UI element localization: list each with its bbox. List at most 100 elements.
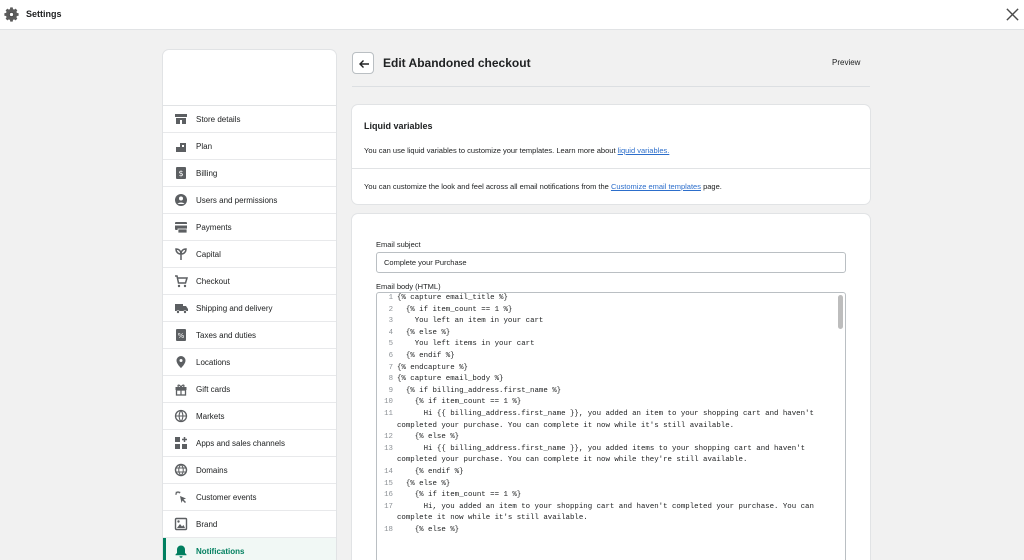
sidebar-item-label: Plan bbox=[196, 141, 213, 151]
editor-scrollbar[interactable] bbox=[838, 295, 843, 329]
back-button[interactable] bbox=[352, 52, 374, 74]
gear-icon bbox=[4, 7, 19, 22]
preview-button[interactable]: Preview bbox=[832, 58, 860, 67]
sidebar-item-label: Customer events bbox=[196, 492, 257, 502]
sidebar-item-checkout[interactable]: Checkout bbox=[163, 268, 336, 295]
card-title: Liquid variables bbox=[364, 121, 433, 131]
brand-icon bbox=[174, 517, 188, 531]
sidebar-item-label: Locations bbox=[196, 357, 231, 367]
sidebar-item-notifications[interactable]: Notifications bbox=[163, 538, 336, 560]
billing-icon: $ bbox=[176, 167, 186, 179]
location-icon bbox=[176, 356, 186, 368]
line-number: 5 bbox=[388, 340, 393, 349]
sidebar-item-locations[interactable]: Locations bbox=[163, 349, 336, 376]
cart-icon bbox=[175, 275, 188, 288]
sidebar-item-brand[interactable]: Brand bbox=[163, 511, 336, 538]
code-line: 11 Hi {{ billing_address.first_name }}, … bbox=[377, 409, 845, 432]
sidebar-item-payments[interactable]: Payments bbox=[163, 214, 336, 241]
line-code: {% if billing_address.first_name %} bbox=[397, 386, 562, 395]
line-number: 13 bbox=[384, 444, 393, 453]
domains-icon bbox=[174, 463, 188, 477]
card-divider bbox=[352, 168, 870, 169]
email-subject-label: Email subject bbox=[376, 240, 421, 249]
sidebar-item-label: Markets bbox=[196, 411, 225, 421]
code-line: 15 {% else %} bbox=[377, 479, 845, 491]
settings-sidebar: Store details Plan $ Billing Users and p… bbox=[163, 50, 336, 560]
sidebar-item-label: Payments bbox=[196, 222, 232, 232]
customize-info-prefix: You can customize the look and feel acro… bbox=[364, 182, 611, 191]
line-number: 11 bbox=[384, 409, 393, 418]
line-number: 14 bbox=[384, 467, 393, 476]
email-body-label: Email body (HTML) bbox=[376, 282, 441, 291]
customize-email-templates-link[interactable]: Customize email templates bbox=[611, 182, 701, 191]
liquid-variables-link[interactable]: liquid variables. bbox=[618, 146, 670, 155]
sidebar-item-markets[interactable]: Markets bbox=[163, 403, 336, 430]
settings-title: Settings bbox=[26, 9, 62, 19]
sidebar-item-billing[interactable]: $ Billing bbox=[163, 160, 336, 187]
sidebar-item-store-details[interactable]: Store details bbox=[163, 106, 336, 133]
store-icon bbox=[175, 114, 187, 124]
capital-icon bbox=[175, 248, 187, 260]
sidebar-item-taxes[interactable]: % Taxes and duties bbox=[163, 322, 336, 349]
gift-icon bbox=[175, 384, 187, 396]
line-code: {% else %} bbox=[397, 433, 460, 442]
sidebar-item-label: Brand bbox=[196, 519, 218, 529]
line-code: Hi {{ billing_address.first_name }}, you… bbox=[397, 444, 810, 465]
line-number: 1 bbox=[388, 294, 393, 302]
line-code: Hi {{ billing_address.first_name }}, you… bbox=[397, 409, 819, 430]
line-code: {% endcapture %} bbox=[397, 363, 468, 372]
line-code: {% else %} bbox=[397, 328, 451, 337]
line-code: {% if item_count == 1 %} bbox=[397, 398, 522, 407]
sidebar-item-gift-cards[interactable]: Gift cards bbox=[163, 376, 336, 403]
line-number: 15 bbox=[384, 479, 393, 488]
liquid-variables-card: Liquid variables You can use liquid vari… bbox=[352, 105, 870, 204]
code-line: 2 {% if item_count == 1 %} bbox=[377, 305, 845, 317]
sidebar-item-label: Apps and sales channels bbox=[196, 438, 285, 448]
code-line: 18 {% else %} bbox=[377, 525, 845, 537]
sidebar-item-label: Checkout bbox=[196, 276, 230, 286]
code-line: 6 {% endif %} bbox=[377, 351, 845, 363]
email-body-editor[interactable]: 1 {% capture email_title %} 2 {% if item_c… bbox=[376, 292, 846, 560]
sidebar-item-label: Notifications bbox=[196, 546, 245, 556]
bell-icon bbox=[175, 545, 187, 558]
code-line: 8 {% capture email_body %} bbox=[377, 374, 845, 386]
line-number: 9 bbox=[388, 386, 393, 395]
payments-icon bbox=[175, 222, 188, 234]
line-number: 3 bbox=[388, 317, 393, 326]
sidebar-item-label: Gift cards bbox=[196, 384, 231, 394]
email-editor-card: Email subject Email body (HTML) 1 {% capt… bbox=[352, 214, 870, 560]
line-number: 7 bbox=[388, 363, 393, 372]
line-number: 12 bbox=[384, 433, 393, 442]
user-icon bbox=[175, 194, 187, 206]
email-subject-input[interactable] bbox=[376, 252, 846, 273]
sidebar-item-label: Shipping and delivery bbox=[196, 303, 273, 313]
code-line: 12 {% else %} bbox=[377, 432, 845, 444]
code-line: 9 {% if billing_address.first_name %} bbox=[377, 386, 845, 398]
line-code: You left an item in your cart bbox=[397, 317, 544, 326]
line-code: {% if item_count == 1 %} bbox=[397, 305, 513, 314]
sidebar-item-domains[interactable]: Domains bbox=[163, 457, 336, 484]
sidebar-item-users[interactable]: Users and permissions bbox=[163, 187, 336, 214]
sidebar-item-plan[interactable]: Plan bbox=[163, 133, 336, 160]
liquid-info-text: You can use liquid variables to customiz… bbox=[364, 146, 669, 155]
line-number: 16 bbox=[384, 491, 393, 500]
sidebar-header-blank bbox=[163, 50, 336, 106]
line-number: 8 bbox=[388, 375, 393, 384]
plan-icon bbox=[176, 143, 186, 152]
line-code: Hi, you added an item to your shopping c… bbox=[397, 502, 819, 523]
line-code: {% endif %} bbox=[397, 467, 464, 476]
line-code: {% else %} bbox=[397, 525, 460, 534]
sidebar-item-customer-events[interactable]: Customer events bbox=[163, 484, 336, 511]
close-icon[interactable] bbox=[1005, 7, 1020, 22]
code-line: 13 Hi {{ billing_address.first_name }}, … bbox=[377, 444, 845, 467]
sidebar-item-apps[interactable]: Apps and sales channels bbox=[163, 430, 336, 457]
sidebar-item-capital[interactable]: Capital bbox=[163, 241, 336, 268]
line-number: 6 bbox=[388, 351, 393, 360]
arrow-left-icon bbox=[359, 60, 369, 68]
line-code: {% endif %} bbox=[397, 351, 455, 360]
line-number: 4 bbox=[388, 328, 393, 337]
sidebar-item-shipping[interactable]: Shipping and delivery bbox=[163, 295, 336, 322]
top-bar: Settings bbox=[0, 0, 1024, 30]
line-code: {% capture email_title %} bbox=[397, 294, 508, 302]
line-code: {% capture email_body %} bbox=[397, 375, 504, 384]
